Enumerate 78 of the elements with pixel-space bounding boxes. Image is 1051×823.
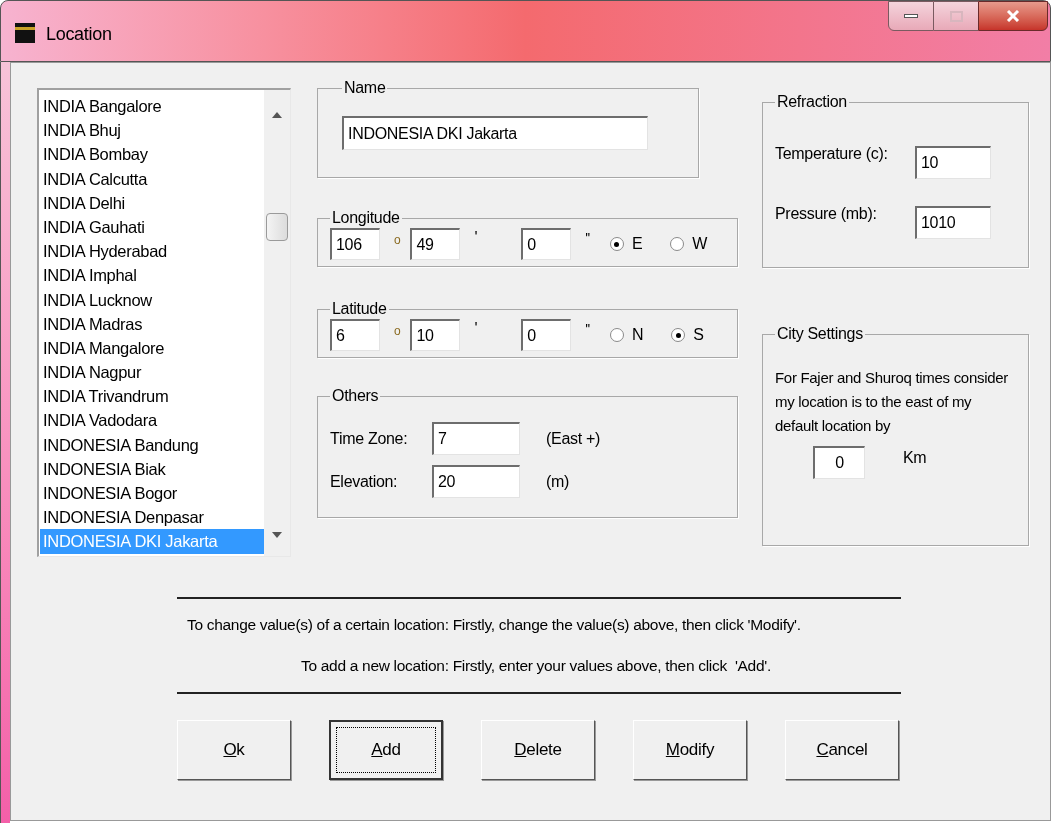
city-settings-text: For Fajer and Shuroq times consider my location is to the east of my default location by (775, 368, 1009, 436)
radio-button[interactable] (670, 237, 685, 251)
list-item[interactable]: INDIA Bombay (40, 142, 264, 167)
kaaba-icon (14, 22, 36, 44)
list-item[interactable]: INDIA Madras (40, 311, 264, 336)
radio-label: S (693, 325, 704, 345)
radio-button[interactable] (609, 237, 624, 251)
second-symbol: '' (585, 319, 590, 339)
field-label: Elevation: (330, 471, 399, 492)
dialog-button[interactable]: Modify (633, 719, 747, 780)
list-item[interactable]: INDIA Vadodara (40, 408, 264, 433)
close-icon (1006, 10, 1020, 22)
close-button[interactable] (978, 1, 1048, 31)
scroll-down-icon[interactable] (272, 532, 282, 538)
minute-symbol: ' (474, 319, 478, 339)
degrees-field[interactable]: 6 (330, 319, 380, 351)
scroll-up-icon[interactable] (272, 112, 282, 118)
second-symbol: '' (585, 228, 590, 248)
dialog-button[interactable]: Delete (481, 719, 595, 780)
list-item[interactable]: INDONESIA Biak (40, 456, 264, 481)
group-title: Others (331, 388, 380, 404)
radio-label: E (631, 234, 643, 254)
unit-label: (East +) (546, 428, 601, 449)
list-item[interactable]: INDIA Bhuj (40, 118, 264, 143)
group-title: Refraction (776, 94, 848, 110)
list-item[interactable]: INDONESIA Denpasar (40, 505, 264, 530)
minutes-field[interactable]: 10 (410, 319, 461, 351)
list-item[interactable]: INDONESIA Bogor (40, 481, 264, 506)
list-item[interactable]: INDIA Lucknow (40, 287, 264, 312)
name-field[interactable]: INDONESIA DKI Jakarta (342, 116, 648, 150)
degrees-field[interactable]: 106 (330, 228, 380, 260)
radio-label: W (692, 234, 708, 254)
field-label: Pressure (mb): (775, 204, 878, 224)
field-label: Temperature (c): (775, 144, 889, 164)
field-label: Time Zone: (330, 428, 409, 449)
list-item[interactable]: INDIA Imphal (40, 263, 264, 288)
scrollbar[interactable] (264, 90, 290, 556)
group-title: Name (343, 80, 387, 96)
location-list[interactable] (37, 88, 291, 557)
distance-field[interactable]: 0 (813, 446, 865, 479)
radio-label: N (631, 325, 644, 345)
unit-label: (m) (546, 471, 570, 492)
value-field[interactable]: 1010 (915, 206, 991, 239)
degree-symbol: o (394, 323, 401, 340)
seconds-field[interactable]: 0 (521, 228, 572, 260)
group-title: Latitude (331, 301, 388, 317)
list-item[interactable]: INDIA Delhi (40, 190, 264, 215)
radio-button[interactable] (609, 328, 624, 342)
scrollbar-thumb[interactable] (266, 213, 288, 241)
dialog-button[interactable]: Cancel (785, 719, 899, 780)
dialog-button[interactable]: Add (329, 719, 443, 780)
unit-label: Km (903, 448, 927, 468)
window-title: Location (46, 23, 112, 46)
list-item[interactable]: INDONESIA Bandung (40, 432, 264, 457)
instruction-text: To change value(s) of a certain location: Firstly, change the value(s) above, then click 'Modify'. (187, 615, 802, 635)
list-item[interactable]: INDIA Calcutta (40, 166, 264, 191)
list-item[interactable]: INDIA Bangalore (40, 94, 264, 119)
maximize-button[interactable] (934, 1, 978, 31)
minimize-button[interactable] (888, 1, 934, 31)
value-field[interactable]: 20 (432, 465, 520, 498)
list-item[interactable]: INDIA Mangalore (40, 335, 264, 361)
list-item[interactable]: INDIA Gauhati (40, 214, 264, 240)
minute-symbol: ' (474, 228, 478, 248)
minutes-field[interactable]: 49 (410, 228, 461, 260)
maximize-icon (949, 10, 963, 22)
group-title: Longitude (331, 210, 401, 226)
value-field[interactable]: 7 (432, 422, 520, 455)
list-item[interactable]: INDIA Nagpur (40, 360, 264, 385)
radio-button[interactable] (671, 328, 686, 342)
minimize-icon (904, 14, 918, 18)
instruction-text: To add a new location: Firstly, enter your values above, then click 'Add'. (301, 656, 772, 677)
group-title: City Settings (776, 326, 864, 342)
list-item[interactable]: INDIA Hyderabad (40, 239, 264, 264)
value-field[interactable]: 10 (915, 146, 991, 179)
dialog-button[interactable]: Ok (177, 719, 291, 780)
seconds-field[interactable]: 0 (521, 319, 572, 351)
list-item[interactable]: INDIA Trivandrum (40, 384, 264, 409)
degree-symbol: o (394, 232, 401, 249)
